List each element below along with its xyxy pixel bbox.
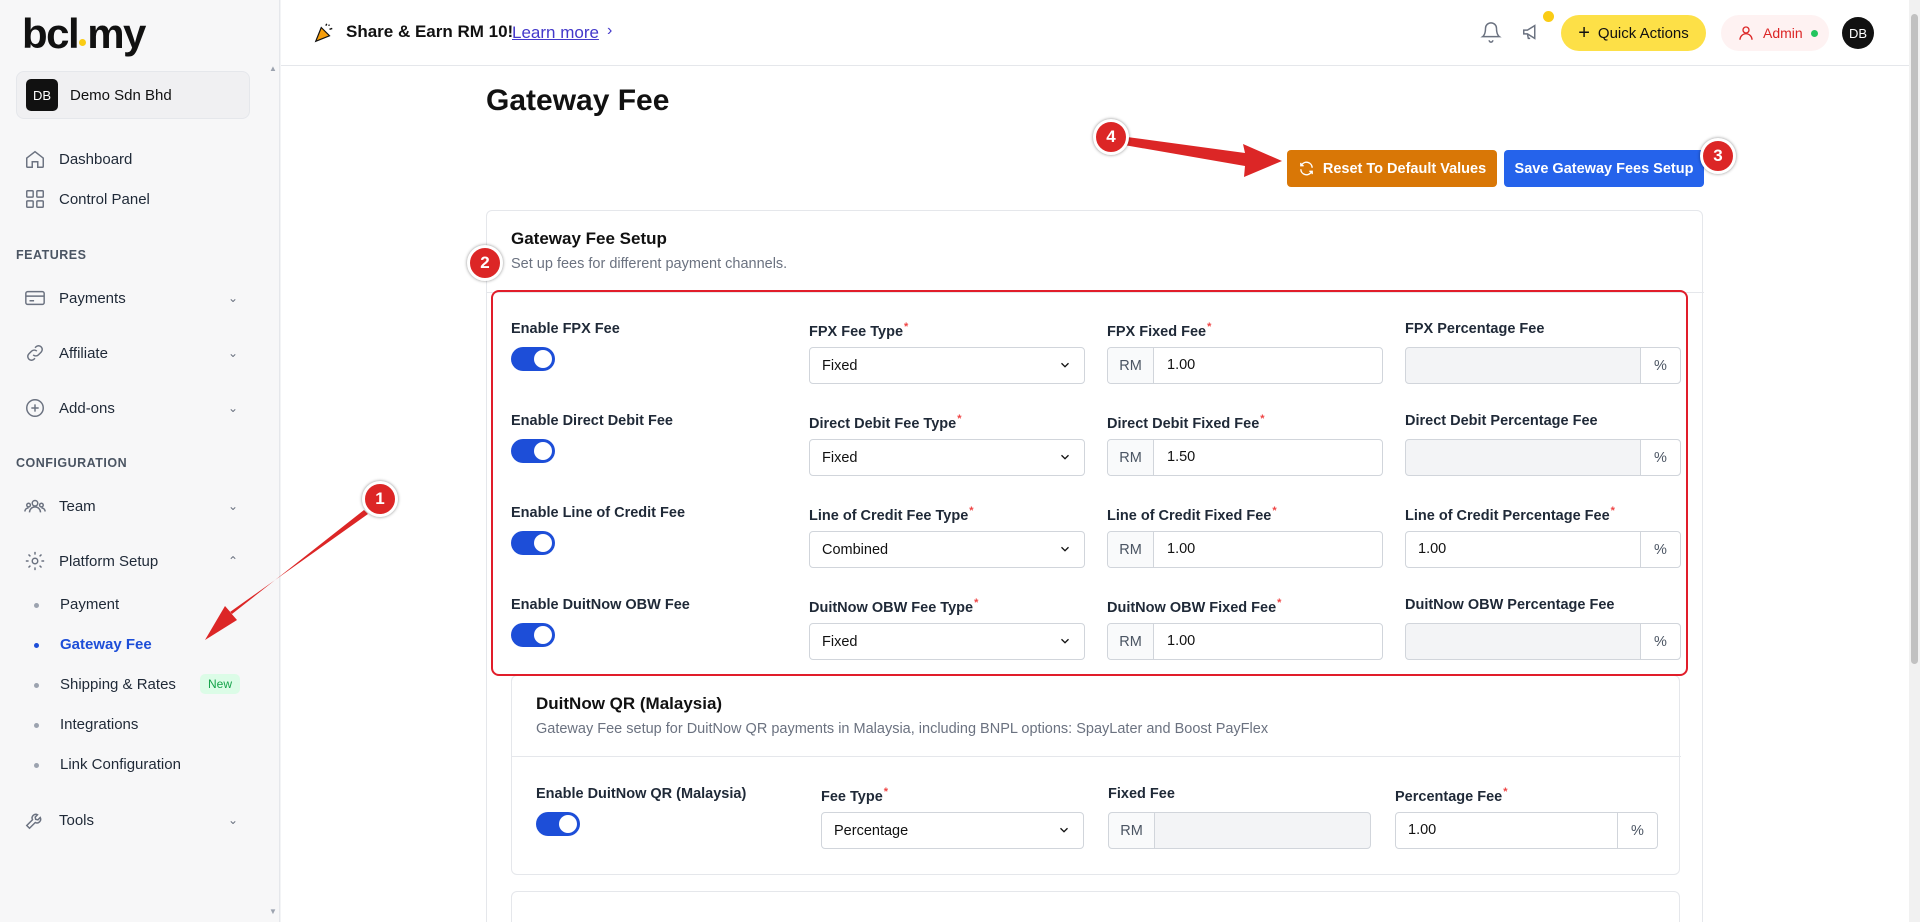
duitnow-qr-percentage-fee-input[interactable]: 1.00 % [1395, 812, 1658, 849]
input-value: 1.00 [1408, 822, 1437, 838]
next-section-card [511, 891, 1680, 922]
org-avatar: DB [26, 79, 58, 111]
save-gateway-fees-button[interactable]: Save Gateway Fees Setup [1504, 150, 1704, 187]
notification-dot [1543, 11, 1554, 22]
sidebar-item-team[interactable]: Team ⌄ [24, 491, 244, 521]
sidebar-item-label: Control Panel [59, 190, 150, 208]
section-title-features: FEATURES [16, 248, 87, 262]
scroll-down-icon[interactable]: ▼ [269, 907, 277, 916]
annotation-marker-4: 4 [1093, 119, 1129, 155]
online-status-dot [1810, 29, 1818, 37]
gear-icon [25, 551, 45, 571]
user-avatar[interactable]: DB [1842, 17, 1874, 49]
sidebar-subitem-integrations[interactable]: Integrations [60, 716, 138, 733]
annotation-marker-1: 1 [362, 481, 398, 517]
promo-text: Share & Earn RM 10! [346, 22, 514, 41]
sub-item-bullet [34, 683, 39, 688]
card-icon [25, 290, 45, 306]
refresh-icon [1299, 161, 1313, 176]
page-scrollbar[interactable] [1909, 0, 1920, 922]
home-icon [26, 150, 44, 168]
sub-item-bullet [34, 643, 39, 648]
tools-icon [25, 813, 42, 830]
org-name: Demo Sdn Bhd [70, 86, 172, 104]
sidebar-item-control-panel[interactable]: Control Panel [24, 184, 244, 214]
admin-label: Admin [1763, 25, 1803, 41]
quick-actions-label: Quick Actions [1597, 24, 1689, 42]
chevron-down-icon: ⌄ [227, 813, 238, 827]
reset-label: Reset To Default Values [1322, 160, 1487, 177]
sidebar-item-add-ons[interactable]: Add-ons ⌄ [24, 393, 244, 423]
chevron-down-icon [1060, 827, 1068, 833]
duitnow-qr-type-label: Fee Type* [821, 786, 889, 805]
sidebar-item-dashboard[interactable]: Dashboard [24, 144, 244, 174]
admin-button[interactable]: Admin [1721, 15, 1829, 51]
duitnow-qr-card: DuitNow QR (Malaysia) Gateway Fee setup … [511, 675, 1681, 875]
organization-switcher[interactable]: DB Demo Sdn Bhd [16, 71, 250, 119]
annotation-marker-3: 3 [1700, 138, 1736, 174]
duitnow-qr-fixed-label: Fixed Fee [1108, 786, 1175, 802]
scrollbar-thumb[interactable] [1911, 14, 1918, 664]
user-icon [1739, 26, 1753, 40]
sub-item-bullet [34, 763, 39, 768]
card-title: Gateway Fee Setup [511, 229, 667, 248]
topbar: Share & Earn RM 10! Learn more › + Quick… [281, 0, 1909, 66]
plus-icon: + [1578, 21, 1590, 44]
sidebar-subitem-gateway-fee[interactable]: Gateway Fee [60, 636, 152, 653]
link-icon [27, 345, 43, 361]
sidebar-item-label: Payments [59, 289, 126, 307]
chevron-up-icon: ⌃ [227, 554, 238, 568]
divider [512, 756, 1681, 757]
sub-item-bullet [34, 723, 39, 728]
sidebar-item-label: Add-ons [59, 399, 115, 417]
sidebar-item-label: Tools [59, 811, 95, 829]
highlight-box [491, 290, 1688, 676]
sidebar-scrollbar[interactable]: ▲ ▼ [269, 64, 277, 916]
learn-more-link[interactable]: Learn more [512, 23, 599, 43]
sidebar-item-label: Platform Setup [59, 552, 159, 570]
select-value: Percentage [834, 822, 909, 839]
card-description: Set up fees for different payment channe… [511, 256, 788, 272]
duitnow-qr-enable-toggle[interactable] [536, 812, 580, 836]
chevron-down-icon: ⌄ [227, 401, 238, 415]
page-title: Gateway Fee [486, 84, 670, 117]
duitnow-qr-fixed-fee-input[interactable]: RM [1108, 812, 1371, 849]
team-icon [24, 499, 46, 513]
sidebar: bcl my DB Demo Sdn Bhd Dashboard Control … [0, 0, 280, 922]
annotation-marker-2: 2 [467, 245, 503, 281]
reset-defaults-button[interactable]: Reset To Default Values [1287, 150, 1497, 187]
scroll-up-icon[interactable]: ▲ [269, 64, 277, 73]
plus-circle-icon [26, 399, 44, 417]
duitnow-qr-fee-type-select[interactable]: Percentage [821, 812, 1084, 849]
sidebar-item-platform-setup[interactable]: Platform Setup ⌃ [24, 546, 244, 576]
party-popper-icon [314, 23, 333, 43]
section-title-configuration: CONFIGURATION [16, 456, 128, 470]
sidebar-subitem-payment[interactable]: Payment [60, 596, 119, 613]
sidebar-item-payments[interactable]: Payments ⌄ [24, 283, 244, 313]
sidebar-subitem-shipping-rates[interactable]: Shipping & Rates [60, 676, 176, 693]
megaphone-icon[interactable] [1521, 21, 1543, 43]
chevron-down-icon: ⌄ [227, 291, 238, 305]
duitnow-qr-pct-label: Percentage Fee* [1395, 786, 1508, 805]
quick-actions-button[interactable]: + Quick Actions [1561, 15, 1706, 51]
sidebar-subitem-link-configuration[interactable]: Link Configuration [60, 756, 181, 773]
new-badge: New [200, 674, 241, 694]
sidebar-item-label: Team [59, 497, 96, 515]
logo[interactable]: bcl my [22, 10, 146, 58]
duitnow-qr-title: DuitNow QR (Malaysia) [536, 694, 723, 713]
duitnow-qr-description: Gateway Fee setup for DuitNow QR payment… [536, 721, 1269, 737]
bell-icon[interactable] [1480, 21, 1502, 43]
chevron-down-icon: ⌄ [227, 499, 238, 513]
sidebar-item-affiliate[interactable]: Affiliate ⌄ [24, 338, 244, 368]
chevron-down-icon: ⌄ [227, 346, 238, 360]
sidebar-item-label: Dashboard [59, 150, 133, 168]
duitnow-qr-enable-label: Enable DuitNow QR (Malaysia) [536, 786, 747, 802]
chevron-right-icon[interactable]: › [607, 22, 612, 40]
sidebar-item-tools[interactable]: Tools ⌄ [24, 805, 244, 835]
sidebar-item-label: Affiliate [59, 344, 108, 362]
currency-prefix: RM [1109, 813, 1155, 848]
grid-icon [26, 190, 44, 208]
percent-suffix: % [1617, 813, 1657, 848]
sub-item-bullet [34, 603, 39, 608]
